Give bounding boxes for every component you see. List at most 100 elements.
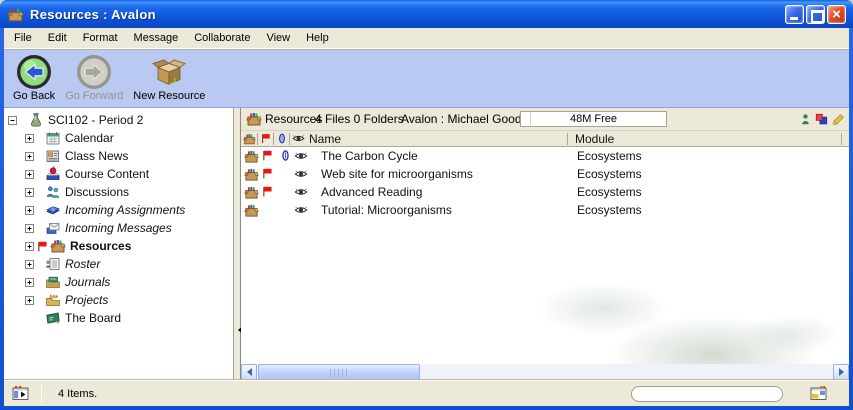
tree-item-label: Roster <box>65 257 100 271</box>
viewed-column-icon[interactable] <box>292 132 305 145</box>
new-resource-button[interactable]: New Resource <box>128 54 210 102</box>
attachment-column-icon[interactable] <box>276 132 288 145</box>
expand-plus-icon[interactable] <box>25 242 34 251</box>
window-title: Resources : Avalon <box>30 7 156 22</box>
panel-title: Resources <box>265 112 322 126</box>
go-forward-button[interactable]: Go Forward <box>60 54 128 102</box>
tree-item-label: Incoming Assignments <box>65 203 185 217</box>
course-content-icon <box>45 166 61 182</box>
expand-plus-icon[interactable] <box>25 278 34 287</box>
viewed-eye-icon[interactable] <box>294 149 308 163</box>
scrollbar-thumb[interactable] <box>258 364 420 380</box>
flag-icon <box>36 240 49 253</box>
tree-item-incoming-messages[interactable]: Incoming Messages <box>4 219 233 237</box>
tree-item-discussions[interactable]: Discussions <box>4 183 233 201</box>
item-type-column-icon[interactable] <box>243 132 256 146</box>
file-list: The Carbon Cycle Ecosystems Web site for… <box>241 147 849 364</box>
file-name[interactable]: Tutorial: Microorganisms <box>321 203 452 217</box>
flask-icon <box>28 112 44 128</box>
collapse-minus-icon[interactable] <box>8 116 17 125</box>
go-forward-label: Go Forward <box>65 90 123 102</box>
tree-item-journals[interactable]: Journals <box>4 273 233 291</box>
status-divider <box>41 385 42 402</box>
scroll-right-button[interactable] <box>833 364 849 380</box>
file-name[interactable]: Web site for microorganisms <box>321 167 473 181</box>
attachment-icon <box>279 149 292 162</box>
pane-layout-left-icon[interactable] <box>12 385 29 402</box>
expand-plus-icon[interactable] <box>25 170 34 179</box>
tree-item-course-content[interactable]: Course Content <box>4 165 233 183</box>
maximize-button[interactable] <box>806 5 825 24</box>
view-mode-icon[interactable] <box>815 113 828 126</box>
panel-header: Resources 4 Files 0 Folders Avalon : Mic… <box>241 108 849 131</box>
menu-bar: File Edit Format Message Collaborate Vie… <box>4 28 849 49</box>
tree-item-incoming-assignments[interactable]: Incoming Assignments <box>4 201 233 219</box>
app-window: Resources : Avalon File Edit Format Mess… <box>0 0 853 410</box>
tree-item-roster[interactable]: Roster <box>4 255 233 273</box>
item-count-text: 4 Items. <box>58 388 97 400</box>
resource-box-icon <box>244 185 259 200</box>
toolbar: Go Back Go Forward New Resource <box>4 50 849 108</box>
background-watermark <box>536 265 841 380</box>
file-row[interactable]: Web site for microorganisms Ecosystems <box>241 165 849 183</box>
tree-item-the-board[interactable]: The Board <box>4 309 233 327</box>
file-module: Ecosystems <box>577 185 642 199</box>
file-row[interactable]: The Carbon Cycle Ecosystems <box>241 147 849 165</box>
menu-view[interactable]: View <box>258 29 298 47</box>
pane-splitter[interactable] <box>233 108 241 380</box>
go-back-button[interactable]: Go Back <box>8 54 60 102</box>
edit-pencil-icon[interactable] <box>832 113 845 126</box>
flag-column-icon[interactable] <box>260 132 272 145</box>
tree-root-sci102[interactable]: SCI102 - Period 2 <box>4 111 233 129</box>
viewed-eye-icon[interactable] <box>294 167 308 181</box>
menu-format[interactable]: Format <box>75 29 126 47</box>
file-name[interactable]: The Carbon Cycle <box>321 149 418 163</box>
file-module: Ecosystems <box>577 149 642 163</box>
tree-item-projects[interactable]: Projects <box>4 291 233 309</box>
menu-help[interactable]: Help <box>298 29 337 47</box>
menu-collaborate[interactable]: Collaborate <box>186 29 258 47</box>
expand-plus-icon[interactable] <box>25 296 34 305</box>
minimize-button[interactable] <box>785 5 804 24</box>
module-column-header[interactable]: Module <box>575 132 614 146</box>
discussions-icon <box>45 184 61 200</box>
menu-message[interactable]: Message <box>126 29 187 47</box>
news-icon <box>45 148 61 164</box>
scroll-left-button[interactable] <box>241 364 257 380</box>
messages-icon <box>45 220 61 236</box>
file-row[interactable]: Tutorial: Microorganisms Ecosystems <box>241 201 849 219</box>
viewed-eye-icon[interactable] <box>294 185 308 199</box>
expand-plus-icon[interactable] <box>25 188 34 197</box>
expand-plus-icon[interactable] <box>25 224 34 233</box>
tree-item-class-news[interactable]: Class News <box>4 147 233 165</box>
assignments-icon <box>45 202 61 218</box>
title-bar: Resources : Avalon <box>0 0 853 28</box>
file-row[interactable]: Advanced Reading Ecosystems <box>241 183 849 201</box>
roster-icon <box>45 256 61 272</box>
right-arrow-icon <box>839 368 848 376</box>
expand-plus-icon[interactable] <box>25 206 34 215</box>
viewed-eye-icon[interactable] <box>294 203 308 217</box>
horizontal-scrollbar[interactable] <box>241 364 849 380</box>
resources-panel: Resources 4 Files 0 Folders Avalon : Mic… <box>241 108 849 380</box>
tree-item-label: Class News <box>65 149 128 163</box>
file-module: Ecosystems <box>577 167 642 181</box>
pane-layout-right-icon[interactable] <box>810 385 827 402</box>
who-is-online-icon[interactable] <box>799 113 812 126</box>
journals-icon <box>45 274 61 290</box>
tree-item-resources[interactable]: Resources <box>4 237 233 255</box>
window-controls <box>785 5 846 24</box>
menu-file[interactable]: File <box>6 29 40 47</box>
tree-item-label: The Board <box>65 311 121 325</box>
expand-plus-icon[interactable] <box>25 152 34 161</box>
expand-plus-icon[interactable] <box>25 260 34 269</box>
name-column-header[interactable]: Name <box>309 132 341 146</box>
file-name[interactable]: Advanced Reading <box>321 185 422 199</box>
close-button[interactable] <box>827 5 846 24</box>
menu-edit[interactable]: Edit <box>40 29 75 47</box>
expand-plus-icon[interactable] <box>25 134 34 143</box>
resource-box-icon <box>244 149 259 164</box>
tree-item-calendar[interactable]: Calendar <box>4 129 233 147</box>
go-back-icon <box>16 54 52 90</box>
board-icon <box>45 310 61 326</box>
